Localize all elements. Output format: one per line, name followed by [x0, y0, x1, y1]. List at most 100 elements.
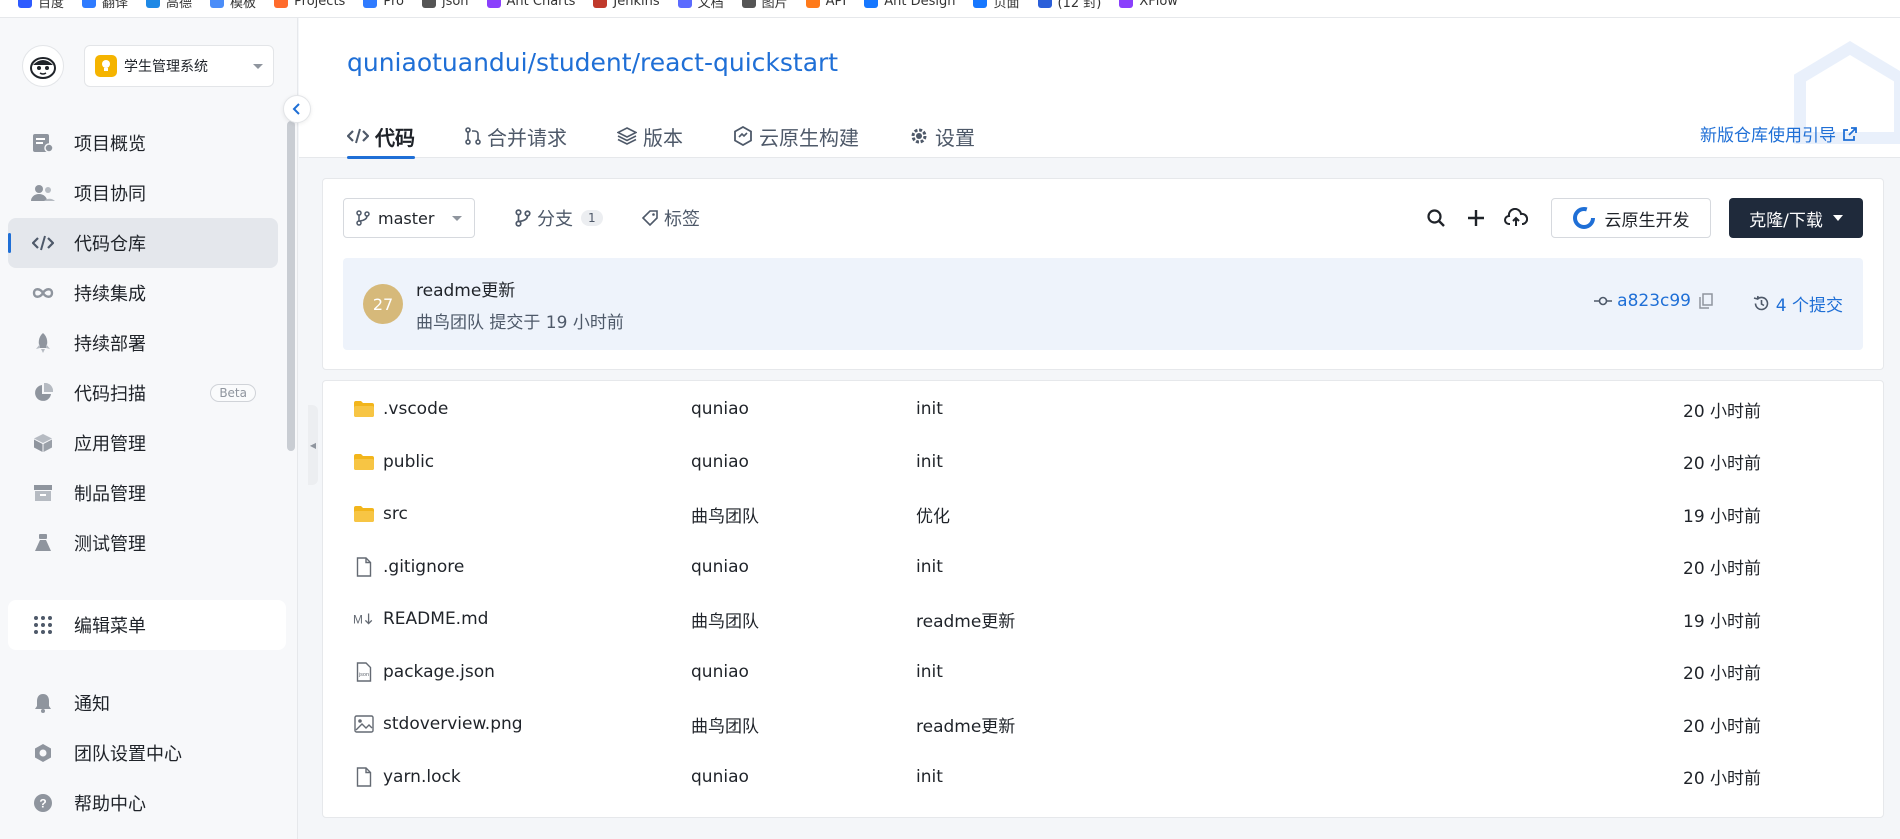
tab-code[interactable]: 代码	[347, 114, 415, 159]
edit-menu-button[interactable]: 编辑菜单	[8, 600, 286, 650]
commit-sha-link[interactable]: a823c99	[1594, 291, 1713, 311]
file-name-link[interactable]: .vscode	[383, 399, 448, 419]
file-row[interactable]: src 曲鸟团队 优化 19 小时前	[323, 488, 1883, 540]
beta-badge: Beta	[210, 384, 256, 402]
file-commit-message-link[interactable]: readme更新	[916, 712, 1015, 737]
avatar[interactable]: 27	[363, 284, 403, 324]
file-name-link[interactable]: stdoverview.png	[383, 714, 523, 734]
file-name-link[interactable]: yarn.lock	[383, 767, 461, 787]
file-name-link[interactable]: src	[383, 504, 408, 524]
bookmark-item[interactable]: Ant Design	[864, 0, 955, 10]
sidebar-item[interactable]: 代码仓库	[8, 218, 278, 268]
bookmark-item[interactable]: 百度	[18, 0, 64, 11]
bookmark-item[interactable]: Pro	[363, 0, 404, 10]
sidebar-item-label: 帮助中心	[74, 794, 146, 815]
sidebar-item[interactable]: 测试管理	[8, 518, 278, 568]
file-row[interactable]: public quniao init 20 小时前	[323, 436, 1883, 488]
file-row[interactable]: M README.md 曲鸟团队 readme更新 19 小时前	[323, 593, 1883, 645]
bookmark-item[interactable]: 高德	[146, 0, 192, 11]
sidebar-scrollbar[interactable]	[287, 121, 295, 451]
sidebar-item-label: 代码仓库	[74, 234, 146, 255]
search-button[interactable]	[1421, 203, 1451, 233]
cloud-dev-label: 云原生开发	[1604, 210, 1690, 231]
sidebar-item[interactable]: 代码扫描 Beta	[8, 368, 278, 418]
sidebar-item[interactable]: 项目协同	[8, 168, 278, 218]
json-icon: json	[353, 661, 375, 682]
tab-merge[interactable]: 合并请求	[465, 114, 567, 158]
bookmark-item[interactable]: Jenkins	[593, 0, 660, 10]
sidebar-nav: 项目概览 项目协同代码仓库持续集成持续部署代码扫描 Beta 应用管理制品管理 测试管理	[8, 118, 278, 600]
sidebar-item-label: 代码扫描	[74, 384, 146, 405]
latest-commit-bar: 27 readme更新 曲鸟团队 提交于 19 小时前 a823c99 4 个提…	[343, 258, 1863, 350]
bookmark-label: (12 封)	[1057, 0, 1102, 11]
file-row[interactable]: .vscode quniao init 20 小时前	[323, 383, 1883, 435]
tab-layers[interactable]: 版本	[617, 114, 683, 158]
file-row[interactable]: .gitignore quniao init 20 小时前	[323, 541, 1883, 593]
clone-download-button[interactable]: 克隆/下载	[1729, 198, 1863, 238]
bookmark-item[interactable]: 模板	[210, 0, 256, 11]
file-row[interactable]: yarn.lock quniao init 20 小时前	[323, 751, 1883, 803]
sidebar-item[interactable]: 项目概览	[8, 118, 278, 168]
folder-icon	[353, 399, 375, 419]
sidebar-item[interactable]: 持续集成	[8, 268, 278, 318]
file-row[interactable]: json package.json quniao init 20 小时前	[323, 646, 1883, 698]
commit-message[interactable]: readme更新	[416, 276, 515, 301]
branch-icon	[515, 209, 531, 227]
cloud-native-dev-button[interactable]: 云原生开发	[1551, 198, 1711, 238]
file-commit-message-link[interactable]: 优化	[916, 502, 950, 527]
bookmark-item[interactable]: (12 封)	[1037, 0, 1102, 11]
panel-collapse-handle[interactable]: ◀	[308, 405, 318, 485]
cloud-upload-icon	[1504, 208, 1528, 226]
file-commit-message-link[interactable]: init	[916, 557, 943, 577]
bookmark-item[interactable]: json	[421, 0, 469, 10]
repo-guide-link[interactable]: 新版仓库使用引导	[1700, 121, 1858, 146]
file-commit-message-link[interactable]: init	[916, 452, 943, 472]
bookmark-item[interactable]: 图片	[741, 0, 788, 11]
sidebar-item[interactable]: 制品管理	[8, 468, 278, 518]
app-logo-icon[interactable]	[22, 45, 64, 87]
bookmark-item[interactable]: 页面	[973, 0, 1020, 11]
bookmark-item[interactable]: Ant Charts	[486, 0, 575, 10]
bookmark-item[interactable]: XFlow	[1119, 0, 1178, 10]
sidebar-item-label: 应用管理	[74, 434, 146, 455]
sidebar-item[interactable]: 持续部署	[8, 318, 278, 368]
markdown-icon: M	[353, 609, 375, 629]
branch-select[interactable]: master	[343, 198, 475, 238]
file-name-link[interactable]: package.json	[383, 662, 495, 682]
file-row[interactable]: stdoverview.png 曲鸟团队 readme更新 20 小时前	[323, 698, 1883, 750]
bookmark-item[interactable]: 文档	[677, 0, 724, 11]
file-commit-message-link[interactable]: init	[916, 399, 943, 419]
repo-path-link[interactable]: quniaotuandui/student/react-quickstart	[347, 48, 838, 77]
tab-gear[interactable]: 设置	[909, 114, 975, 158]
overview-icon	[30, 132, 56, 154]
bookmark-item[interactable]: API	[805, 0, 846, 10]
caret-down-icon	[1832, 215, 1843, 221]
bookmark-item[interactable]: 翻译	[82, 0, 128, 11]
tab-cloud-build[interactable]: 云原生构建	[733, 114, 859, 158]
add-file-button[interactable]	[1461, 203, 1491, 233]
file-commit-message-link[interactable]: init	[916, 767, 943, 787]
branches-link[interactable]: 分支 1	[515, 198, 603, 238]
file-updated-time: 20 小时前	[1683, 401, 1762, 422]
upload-button[interactable]	[1501, 203, 1531, 233]
sidebar-item-label: 团队设置中心	[74, 744, 182, 765]
sidebar-item-label: 持续部署	[74, 334, 146, 355]
tags-link[interactable]: 标签	[641, 198, 700, 238]
project-name: 学生管理系统	[124, 59, 208, 75]
file-author: 曲鸟团队	[691, 506, 759, 527]
file-commit-message-link[interactable]: readme更新	[916, 607, 1015, 632]
sidebar-collapse-button[interactable]	[283, 95, 311, 123]
sidebar-item[interactable]: 团队设置中心	[8, 728, 278, 778]
sidebar-item[interactable]: ? 帮助中心	[8, 778, 278, 828]
file-commit-message-link[interactable]: init	[916, 662, 943, 682]
commit-count-link[interactable]: 4 个提交	[1753, 291, 1843, 316]
pie-icon	[30, 382, 56, 404]
file-name-link[interactable]: README.md	[383, 609, 488, 629]
file-name-link[interactable]: public	[383, 452, 434, 472]
copy-icon[interactable]	[1699, 293, 1713, 309]
sidebar-item[interactable]: 通知	[8, 678, 278, 728]
bookmark-item[interactable]: Projects	[274, 0, 345, 10]
project-selector[interactable]: 学生管理系统	[84, 45, 274, 87]
file-name-link[interactable]: .gitignore	[383, 557, 464, 577]
sidebar-item[interactable]: 应用管理	[8, 418, 278, 468]
